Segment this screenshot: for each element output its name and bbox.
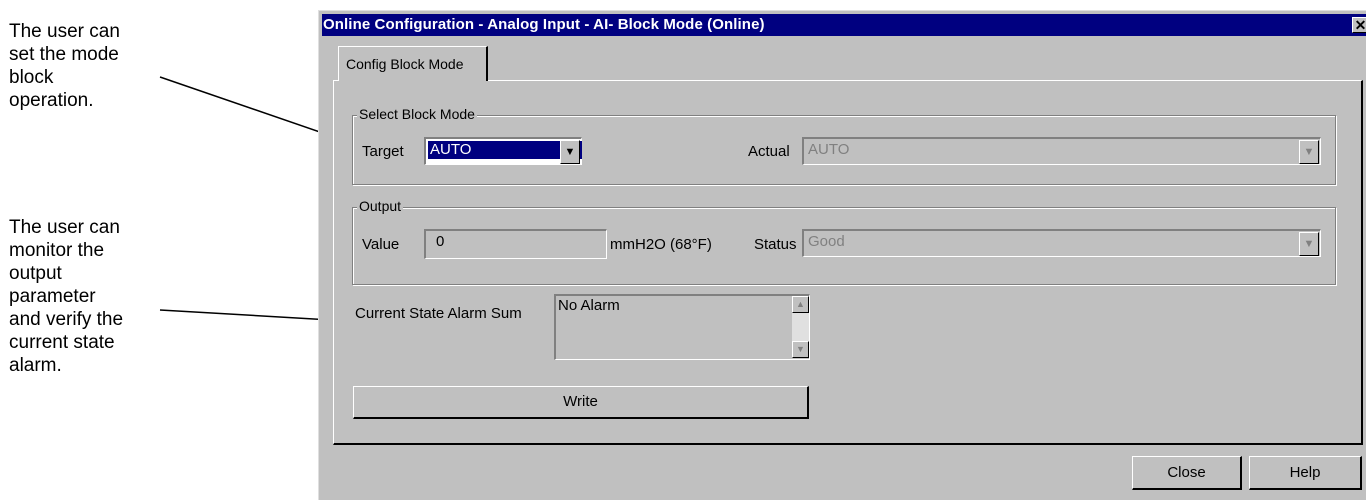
alarm-label: Current State Alarm Sum (355, 305, 522, 322)
output-value: 0 (436, 233, 445, 250)
actual-label: Actual (748, 143, 790, 160)
close-button[interactable]: Close (1132, 456, 1242, 490)
target-value: AUTO (428, 141, 582, 159)
help-button[interactable]: Help (1249, 456, 1362, 490)
value-label: Value (362, 236, 400, 253)
unit-label: mmH2O (68°F) (610, 236, 712, 253)
actual-select[interactable]: AUTO ▼ (802, 137, 1321, 165)
tab-label: Config Block Mode (346, 56, 464, 72)
chevron-down-icon[interactable]: ▼ (560, 140, 580, 164)
alarm-textbox[interactable]: No Alarm ▲ ▼ (554, 294, 810, 360)
title-bar[interactable]: Online Configuration - Analog Input - AI… (322, 14, 1366, 36)
group-legend: Output (357, 198, 404, 214)
status-label: Status (754, 236, 797, 253)
tab-config-block-mode[interactable]: Config Block Mode (338, 46, 488, 81)
annotation-output: The user can monitor the output paramete… (9, 217, 124, 376)
actual-value: AUTO (808, 141, 850, 158)
chevron-down-icon[interactable]: ▼ (1299, 232, 1319, 256)
target-select[interactable]: AUTO ▼ (424, 137, 582, 165)
status-select[interactable]: Good ▼ (802, 229, 1321, 257)
window-title: Online Configuration - Analog Input - AI… (323, 16, 765, 33)
close-icon[interactable]: ✕ (1352, 17, 1366, 33)
chevron-down-icon[interactable]: ▼ (1299, 140, 1319, 164)
annotation-block-mode: The user can set the mode block operatio… (9, 21, 120, 111)
output-value-field[interactable]: 0 (424, 229, 607, 259)
arrow-down-icon[interactable]: ▼ (792, 341, 809, 358)
arrow-up-icon[interactable]: ▲ (792, 296, 809, 313)
write-button[interactable]: Write (353, 386, 809, 419)
target-label: Target (362, 143, 404, 160)
group-legend: Select Block Mode (357, 106, 477, 122)
alarm-value: No Alarm (558, 297, 620, 314)
status-value: Good (808, 233, 845, 250)
alarm-scrollbar[interactable]: ▲ ▼ (792, 296, 809, 358)
dialog-window: Online Configuration - Analog Input - AI… (318, 10, 1366, 500)
